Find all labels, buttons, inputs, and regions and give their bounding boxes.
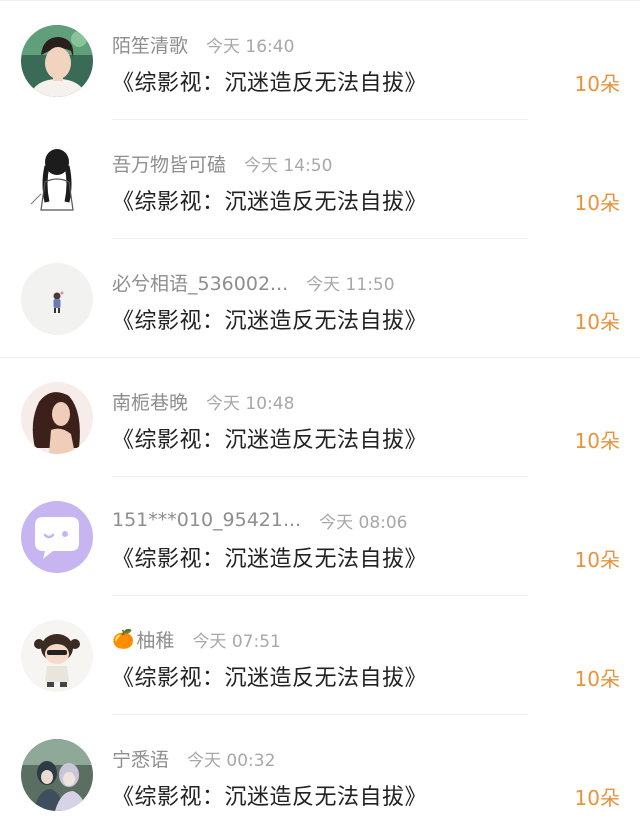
flower-count: 10朵 <box>574 72 620 96</box>
book-title[interactable]: 《综影视：沉迷造反无法自拔》 <box>112 660 427 692</box>
flower-count: 10朵 <box>574 429 620 453</box>
list-item[interactable]: 151***010_95421... 今天 08:06 《综影视：沉迷造反无法自… <box>0 477 640 596</box>
book-title[interactable]: 《综影视：沉迷造反无法自拔》 <box>112 65 427 97</box>
timestamp: 今天 14:50 <box>244 155 333 176</box>
username[interactable]: 南栀巷晚 <box>112 388 188 415</box>
avatar[interactable] <box>21 25 93 97</box>
item-meta: 宁悉语 今天 00:32 <box>112 744 275 772</box>
list-item[interactable]: 南栀巷晚 今天 10:48 《综影视：沉迷造反无法自拔》 10朵 <box>0 358 640 477</box>
flower-count: 10朵 <box>574 786 620 810</box>
avatar[interactable] <box>21 620 93 692</box>
list-item[interactable]: 陌笙清歌 今天 16:40 《综影视：沉迷造反无法自拔》 10朵 <box>0 1 640 120</box>
timestamp: 今天 10:48 <box>206 393 295 414</box>
timestamp: 今天 08:06 <box>319 512 408 533</box>
username[interactable]: 吾万物皆可磕 <box>112 150 226 177</box>
braided-girl-sketch-icon <box>21 144 93 216</box>
list-item[interactable]: 必兮相语_536002... 今天 11:50 《综影视：沉迷造反无法自拔》 1… <box>0 239 640 358</box>
anime-illustration-icon <box>21 739 93 811</box>
timestamp: 今天 07:51 <box>192 631 281 652</box>
book-title[interactable]: 《综影视：沉迷造反无法自拔》 <box>112 779 427 811</box>
flower-count: 10朵 <box>574 548 620 572</box>
cartoon-girl-icon <box>21 620 93 692</box>
list-item[interactable]: 吾万物皆可磕 今天 14:50 《综影视：沉迷造反无法自拔》 10朵 <box>0 120 640 239</box>
gift-list: 陌笙清歌 今天 16:40 《综影视：沉迷造反无法自拔》 10朵 吾万物皆可磕 … <box>0 0 640 835</box>
avatar[interactable] <box>21 263 93 335</box>
item-meta: 陌笙清歌 今天 16:40 <box>112 30 294 58</box>
item-meta: 吾万物皆可磕 今天 14:50 <box>112 149 332 177</box>
item-meta: 必兮相语_536002... 今天 11:50 <box>112 268 395 296</box>
timestamp: 今天 16:40 <box>206 36 295 57</box>
chat-bubble-default-icon <box>21 501 93 573</box>
flower-count: 10朵 <box>574 667 620 691</box>
tiny-figure-icon <box>21 263 93 335</box>
timestamp: 今天 00:32 <box>187 750 276 771</box>
orange-icon: 🍊 <box>112 628 135 650</box>
book-title[interactable]: 《综影视：沉迷造反无法自拔》 <box>112 422 427 454</box>
username[interactable]: 必兮相语_536002... <box>112 269 288 296</box>
username[interactable]: 宁悉语 <box>112 745 169 772</box>
timestamp: 今天 11:50 <box>306 274 395 295</box>
avatar[interactable] <box>21 144 93 216</box>
list-item[interactable]: 宁悉语 今天 00:32 《综影视：沉迷造反无法自拔》 10朵 <box>0 715 640 834</box>
book-title[interactable]: 《综影视：沉迷造反无法自拔》 <box>112 541 427 573</box>
avatar[interactable] <box>21 382 93 454</box>
username[interactable]: 柚稚 <box>136 626 174 653</box>
username[interactable]: 陌笙清歌 <box>112 31 188 58</box>
young-man-portrait-icon <box>21 25 93 97</box>
username[interactable]: 151***010_95421... <box>112 509 301 531</box>
item-meta: 🍊 柚稚 今天 07:51 <box>112 625 281 653</box>
book-title[interactable]: 《综影视：沉迷造反无法自拔》 <box>112 184 427 216</box>
book-title[interactable]: 《综影视：沉迷造反无法自拔》 <box>112 303 427 335</box>
list-item[interactable]: 🍊 柚稚 今天 07:51 《综影视：沉迷造反无法自拔》 10朵 <box>0 596 640 715</box>
flower-count: 10朵 <box>574 191 620 215</box>
item-meta: 南栀巷晚 今天 10:48 <box>112 387 294 415</box>
woman-long-hair-icon <box>21 382 93 454</box>
item-meta: 151***010_95421... 今天 08:06 <box>112 506 408 534</box>
avatar[interactable] <box>21 501 93 573</box>
avatar[interactable] <box>21 739 93 811</box>
flower-count: 10朵 <box>574 310 620 334</box>
